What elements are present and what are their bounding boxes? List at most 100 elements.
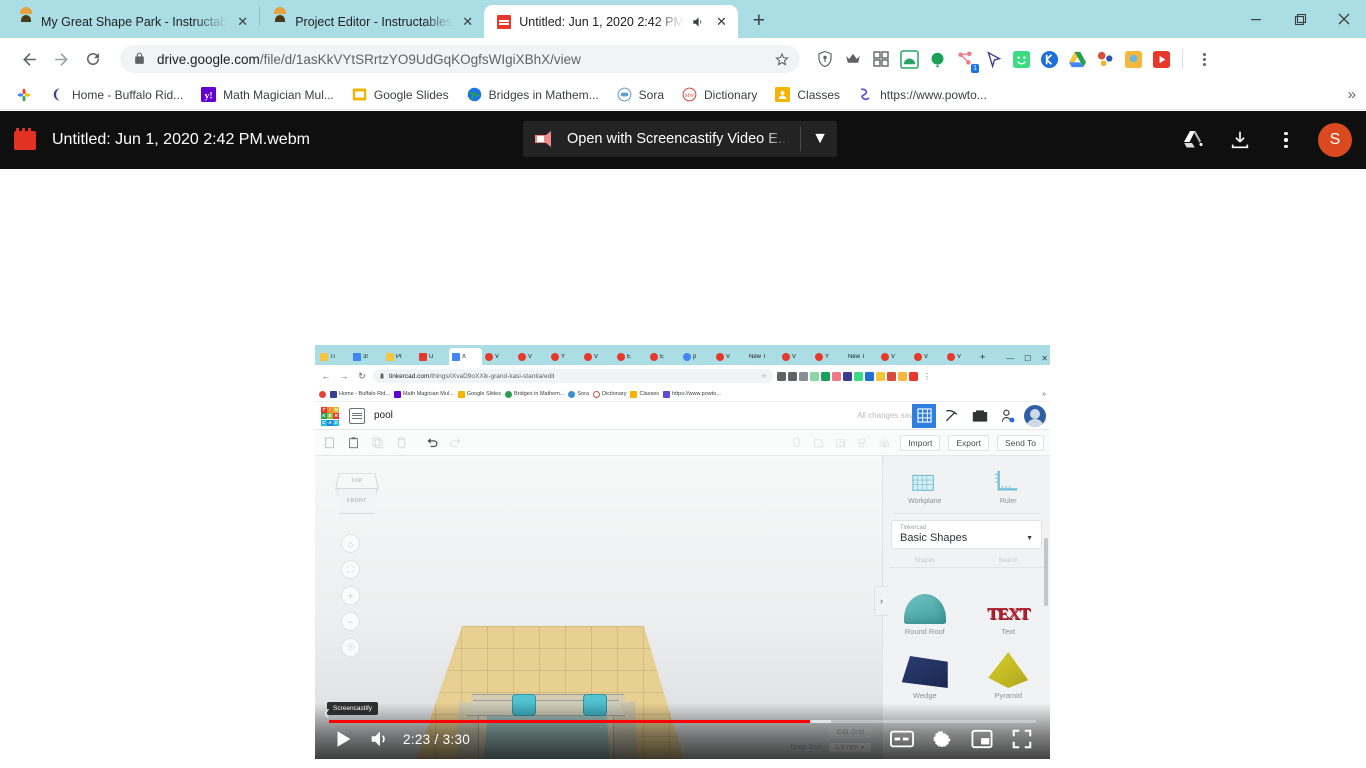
recorded-tab: 3l <box>350 348 383 365</box>
recorded-back-icon: ← <box>321 371 331 381</box>
recorded-tab: V <box>779 348 812 365</box>
browser-tab-0[interactable]: My Great Shape Park - Instructab ✕ <box>6 5 259 38</box>
back-button[interactable] <box>14 44 44 74</box>
reload-button[interactable] <box>78 44 108 74</box>
captions-button[interactable] <box>884 721 920 757</box>
shape-label: Text <box>1001 627 1016 636</box>
green-drop-extension-icon[interactable] <box>924 46 950 72</box>
browser-menu-button[interactable] <box>1191 46 1217 72</box>
yahoo-icon: y! <box>201 86 217 103</box>
bookmarks-overflow-button[interactable]: » <box>1348 86 1356 103</box>
tinkercad-top-bar: T I N K E R C A D pool All changes saved <box>315 402 1050 430</box>
recorded-bookmark: Google Slides <box>457 390 501 398</box>
more-options-icon[interactable] <box>1266 120 1306 160</box>
tinkercad-logo: T I N K E R C A D <box>321 406 339 426</box>
crown-extension-icon[interactable] <box>840 46 866 72</box>
download-icon[interactable] <box>1220 120 1260 160</box>
address-bar[interactable]: drive.google.com/file/d/1asKkVYtSRrtzYO9… <box>120 45 800 73</box>
bookmark-bridges[interactable]: Bridges in Mathem... <box>459 84 607 106</box>
bookmark-sora[interactable]: Sora <box>609 84 672 106</box>
classes-icon <box>775 86 791 103</box>
recorded-tab: V <box>482 348 515 365</box>
tab-close-icon[interactable]: ✕ <box>234 13 251 30</box>
drive-header-actions: S <box>1174 111 1352 169</box>
workplane-label: Workplane <box>908 498 942 505</box>
screencastify-play-icon <box>533 129 559 149</box>
shape-label: Wedge <box>912 691 937 700</box>
tab-audio-icon[interactable] <box>691 14 706 29</box>
tab-close-icon[interactable]: ✕ <box>713 13 730 30</box>
tab-title: My Great Shape Park - Instructab <box>41 14 228 29</box>
video-player[interactable]: Ti 3l Pr U X V V Y V E E p V New T V Y N… <box>315 345 1050 759</box>
smiley-extension-icon[interactable] <box>1008 46 1034 72</box>
tab-close-icon[interactable]: ✕ <box>459 13 476 30</box>
svg-text:y!: y! <box>205 90 213 101</box>
open-with-button[interactable]: Open with Screencastify Video E... ▼ <box>523 121 837 157</box>
progress-tooltip: Screencastify <box>327 702 379 715</box>
recorded-bookmark: Classes <box>630 390 659 398</box>
moon-icon <box>50 87 66 103</box>
slides-icon <box>352 87 368 103</box>
instructables-icon <box>272 14 288 30</box>
tinkercad-right-toolbar: Import Export Send To <box>790 434 1044 451</box>
panel-collapse-icon: › <box>874 586 888 616</box>
tab-title: Untitled: Jun 1, 2020 2:42 PM <box>519 14 684 29</box>
undo-icon <box>425 436 439 450</box>
kami-extension-icon[interactable] <box>1036 46 1062 72</box>
pin-map-extension-icon[interactable] <box>1120 46 1146 72</box>
pink-share-extension-icon[interactable]: 1 <box>952 46 979 73</box>
photos-icon <box>16 87 32 103</box>
window-controls <box>1234 0 1366 38</box>
tab-title: Project Editor - Instructables <box>295 14 453 29</box>
browser-toolbar: drive.google.com/file/d/1asKkVYtSRrtzYO9… <box>0 38 1366 80</box>
grid-view-icon <box>912 403 936 428</box>
add-to-drive-icon[interactable] <box>1174 120 1214 160</box>
browser-tab-1[interactable]: Project Editor - Instructables ✕ <box>260 5 484 38</box>
shield-extension-icon[interactable] <box>812 46 838 72</box>
miniplayer-button[interactable] <box>964 721 1000 757</box>
shape-item: Pyramid <box>967 640 1051 700</box>
bookmark-classes[interactable]: Classes <box>767 84 848 106</box>
maximize-restore-button[interactable] <box>1278 0 1322 38</box>
google-drive-extension-icon[interactable] <box>1064 46 1090 72</box>
new-tab-button[interactable]: + <box>744 6 774 36</box>
lock-icon <box>133 52 147 66</box>
recorded-tab: V <box>944 348 977 365</box>
green-arc-extension-icon[interactable] <box>896 46 922 72</box>
browser-tab-strip: My Great Shape Park - Instructab ✕ Proje… <box>0 0 1366 38</box>
bookmark-home-buffalo[interactable]: Home - Buffalo Rid... <box>42 84 191 106</box>
bookmark-math-magician[interactable]: y! Math Magician Mul... <box>193 84 342 106</box>
bookmark-powtoon[interactable]: https://www.powto... <box>850 84 995 106</box>
library-name: Basic Shapes <box>900 532 968 544</box>
chevron-down-icon[interactable]: ▼ <box>803 121 837 157</box>
cursor-extension-icon[interactable] <box>980 46 1006 72</box>
play-button[interactable] <box>325 721 361 757</box>
file-name: Untitled: Jun 1, 2020 2:42 PM.webm <box>52 131 310 148</box>
recorded-forward-icon: → <box>339 371 349 381</box>
canvas-navigation-buttons: ⌂ ⛶ + − ☉ <box>341 534 360 657</box>
tooltip-pointer-icon: ❮ <box>323 708 331 718</box>
bookmark-dictionary[interactable]: MW Dictionary <box>674 84 765 106</box>
settings-button[interactable] <box>924 721 960 757</box>
bookmark-google-slides[interactable]: Google Slides <box>344 84 457 106</box>
bookmark-star-icon[interactable] <box>774 51 790 67</box>
panel-divider <box>893 513 1040 514</box>
forward-button[interactable] <box>46 44 76 74</box>
molecule-extension-icon[interactable] <box>1092 46 1118 72</box>
close-window-button[interactable] <box>1322 0 1366 38</box>
open-with-divider <box>800 127 801 151</box>
recorded-tab: V <box>911 348 944 365</box>
avatar[interactable]: S <box>1318 123 1352 157</box>
fullscreen-button[interactable] <box>1004 721 1040 757</box>
bookmark-photos[interactable] <box>8 84 40 106</box>
project-list-icon <box>349 407 365 424</box>
invite-person-icon <box>996 404 1020 428</box>
minimize-button[interactable] <box>1234 0 1278 38</box>
browser-tab-2[interactable]: Untitled: Jun 1, 2020 2:42 PM ✕ <box>484 5 738 38</box>
grid-extension-icon[interactable] <box>868 46 894 72</box>
volume-button[interactable] <box>361 721 397 757</box>
video-extension-icon[interactable] <box>1148 46 1174 72</box>
round-roof-shape <box>883 576 967 624</box>
drive-viewer-header: Untitled: Jun 1, 2020 2:42 PM.webm Open … <box>0 111 1366 169</box>
recorded-tab: Y <box>812 348 845 365</box>
